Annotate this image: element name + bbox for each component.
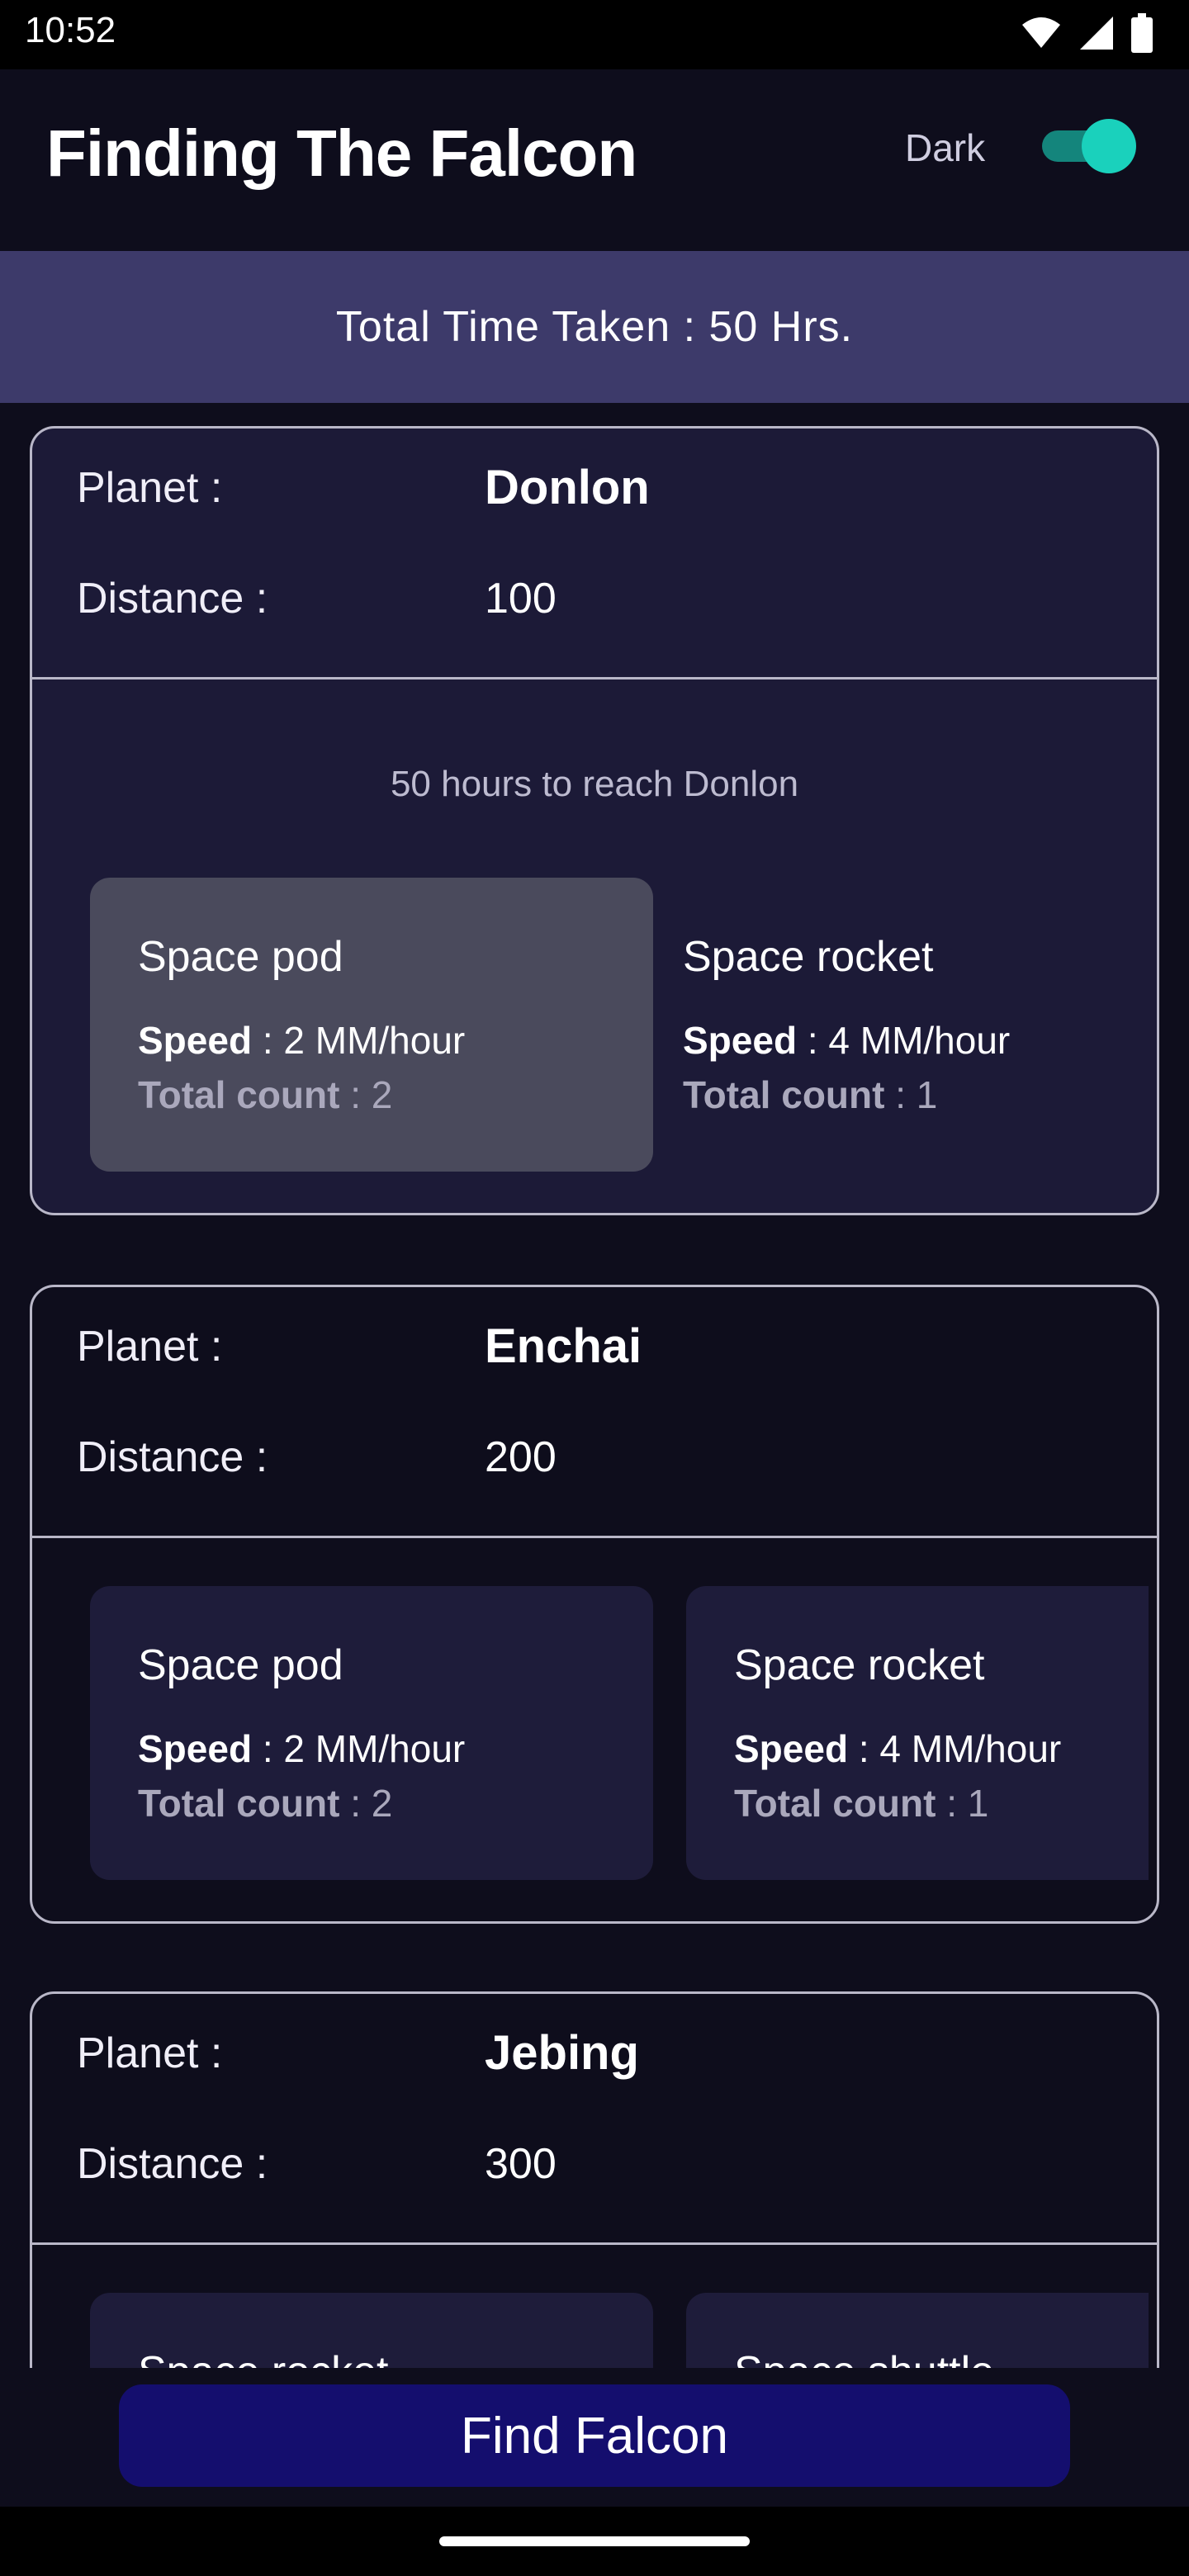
- app-title: Finding The Falcon: [46, 116, 637, 190]
- card-header: Planet : Donlon Distance : 100: [32, 429, 1157, 680]
- battery-icon: [1131, 13, 1153, 53]
- signal-icon: [1080, 17, 1113, 50]
- destination-card-enchai[interactable]: Planet : Enchai Distance : 200 Space pod…: [30, 1285, 1159, 1924]
- vehicle-name: Space pod: [138, 1641, 343, 1689]
- time-to-reach-text: 50 hours to reach Donlon: [390, 764, 799, 804]
- distance-value: 200: [485, 1433, 557, 1481]
- card-header: Planet : Jebing Distance : 300: [32, 1994, 1157, 2245]
- vehicle-name: Space rocket: [683, 933, 934, 981]
- planet-label: Planet :: [77, 464, 223, 512]
- vehicle-speed: Speed : 2 MM/hour: [138, 1727, 466, 1770]
- dark-mode-label: Dark: [905, 126, 986, 169]
- status-time: 10:52: [25, 10, 116, 50]
- distance-value: 100: [485, 575, 557, 623]
- destination-card-donlon[interactable]: Planet : Donlon Distance : 100 50 hours …: [30, 426, 1159, 1215]
- toggle-thumb: [1082, 119, 1136, 173]
- destination-list[interactable]: Planet : Donlon Distance : 100 50 hours …: [0, 403, 1189, 2368]
- vehicle-name: Space shuttle: [734, 2347, 994, 2368]
- wifi-icon: [1022, 17, 1060, 48]
- vehicle-name: Space rocket: [138, 2347, 389, 2368]
- planet-label: Planet :: [77, 1323, 223, 1371]
- card-header: Planet : Enchai Distance : 200: [32, 1287, 1157, 1538]
- dark-mode-toggle[interactable]: [1037, 119, 1136, 173]
- distance-label: Distance :: [77, 1433, 268, 1481]
- vehicle-name: Space rocket: [734, 1641, 985, 1689]
- find-falcon-button[interactable]: Find Falcon: [119, 2384, 1070, 2487]
- planet-name: Enchai: [485, 1319, 642, 1373]
- vehicle-name: Space pod: [138, 933, 343, 981]
- vehicle-count: Total count : 2: [138, 1782, 393, 1825]
- vehicle-count: Total count : 2: [138, 1073, 393, 1116]
- status-icons: [1021, 13, 1153, 53]
- vehicle-count: Total count : 1: [683, 1073, 938, 1116]
- planet-name: Jebing: [485, 2026, 639, 2080]
- distance-value: 300: [485, 2140, 557, 2188]
- distance-label: Distance :: [77, 2140, 268, 2188]
- vehicle-option-space-rocket[interactable]: Space rocket: [90, 2293, 653, 2368]
- vehicle-speed: Speed : 4 MM/hour: [683, 1019, 1011, 1062]
- vehicle-option-space-pod[interactable]: Space pod Speed : 2 MM/hour Total count …: [90, 1586, 653, 1880]
- distance-label: Distance :: [77, 575, 268, 623]
- planet-name: Donlon: [485, 461, 650, 514]
- vehicle-option-space-rocket[interactable]: Space rocket Speed : 4 MM/hour Total cou…: [686, 1586, 1149, 1880]
- vehicle-option-space-pod[interactable]: Space pod Speed : 2 MM/hour Total count …: [90, 878, 653, 1172]
- vehicle-option-space-shuttle[interactable]: Space shuttle: [686, 2293, 1149, 2368]
- status-bar: 10:52: [0, 0, 1189, 69]
- vehicle-speed: Speed : 2 MM/hour: [138, 1019, 466, 1062]
- planet-label: Planet :: [77, 2029, 223, 2077]
- home-gesture-handle[interactable]: [439, 2536, 750, 2546]
- vehicle-count: Total count : 1: [734, 1782, 989, 1825]
- vehicle-option-space-rocket[interactable]: Space rocket Speed : 4 MM/hour Total cou…: [683, 878, 1145, 1172]
- destination-card-jebing[interactable]: Planet : Jebing Distance : 300 Space roc…: [30, 1991, 1159, 2368]
- total-time-banner: Total Time Taken : 50 Hrs.: [0, 251, 1189, 403]
- navigation-bar: [0, 2507, 1189, 2576]
- vehicle-speed: Speed : 4 MM/hour: [734, 1727, 1062, 1770]
- app-bar: Finding The Falcon Dark: [0, 69, 1189, 251]
- total-time-text: Total Time Taken : 50 Hrs.: [335, 303, 854, 351]
